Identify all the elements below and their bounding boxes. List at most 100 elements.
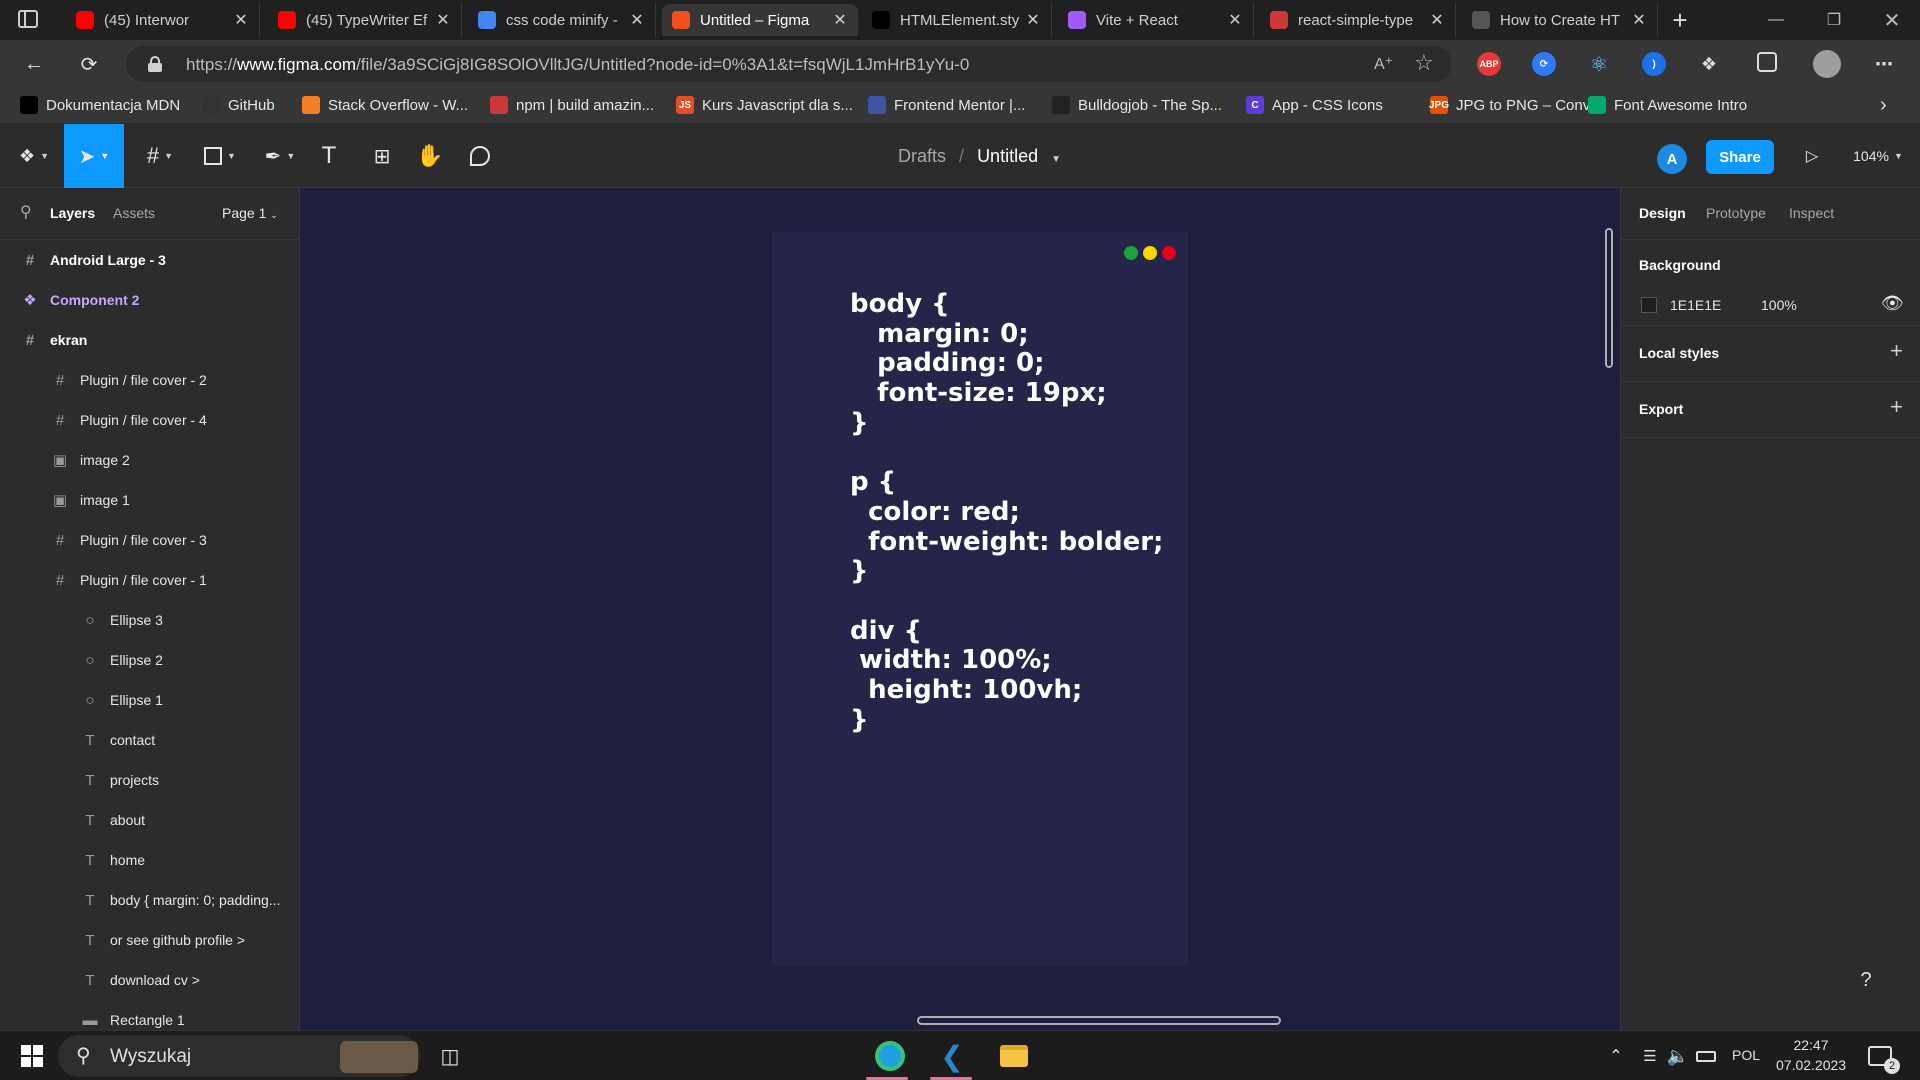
bookmark-item[interactable]: GitHub — [202, 96, 275, 114]
back-button[interactable]: ← — [18, 48, 50, 80]
add-export-icon[interactable]: + — [1890, 394, 1903, 420]
layer-row[interactable]: ▬ Rectangle 1 — [0, 1000, 299, 1030]
file-name[interactable]: Untitled — [977, 146, 1038, 166]
bookmark-item[interactable]: Font Awesome Intro — [1588, 96, 1747, 114]
layer-row[interactable]: ○ Ellipse 2 — [0, 640, 299, 680]
vertical-scrollbar[interactable] — [1605, 228, 1613, 368]
comment-tool-button[interactable] — [462, 124, 498, 188]
add-local-style-icon[interactable]: + — [1890, 338, 1903, 364]
search-layers-icon[interactable]: ⚲ — [20, 202, 32, 222]
tab-design[interactable]: Design — [1639, 205, 1686, 221]
layer-row[interactable]: ❖ Component 2 — [0, 280, 299, 320]
browser-tab[interactable]: HTMLElement.sty ✕ — [862, 4, 1052, 36]
react-devtools-icon[interactable]: ⚛ — [1587, 52, 1611, 76]
adblock-extension-icon[interactable]: ABP — [1477, 52, 1501, 76]
address-bar[interactable]: https://www.figma.com/file/3a9SCiGj8IG8S… — [126, 46, 1452, 82]
collections-icon[interactable] — [1757, 52, 1777, 72]
browser-tab[interactable]: (45) TypeWriter Ef ✕ — [268, 4, 462, 36]
page-selector[interactable]: Page 1 ⌄ — [222, 205, 278, 221]
pen-tool-button[interactable]: ✒ ▼ — [256, 124, 304, 188]
bookmarks-more-chevron-icon[interactable]: › — [1880, 94, 1887, 117]
yellow-ellipse[interactable] — [1143, 246, 1157, 260]
browser-tab[interactable]: (45) Interwor ✕ — [66, 4, 260, 36]
bookmark-item[interactable]: JPG JPG to PNG – Conv... — [1429, 96, 1602, 114]
layer-row[interactable]: Tor see github profile > — [0, 920, 299, 960]
clock[interactable]: 22:47 07.02.2023 — [1776, 1037, 1846, 1073]
red-ellipse[interactable] — [1162, 246, 1176, 260]
close-window-button[interactable]: ✕ — [1864, 0, 1920, 40]
visibility-eye-icon[interactable]: 👁 — [1881, 293, 1904, 314]
lock-icon[interactable] — [148, 56, 162, 72]
favorite-star-icon[interactable]: ☆ — [1414, 50, 1434, 76]
move-tool-button[interactable]: ➤ ▼ — [64, 124, 124, 188]
new-tab-button[interactable]: + — [1666, 5, 1694, 35]
bookmark-item[interactable]: npm | build amazin... — [490, 96, 654, 114]
main-menu-figma-icon[interactable]: ❖ ▼ — [12, 124, 56, 188]
file-menu-chevron-icon[interactable]: ▼ — [1051, 154, 1061, 165]
notifications-icon[interactable]: 2 — [1862, 1038, 1900, 1074]
profile-avatar[interactable] — [1813, 50, 1841, 78]
tab-assets[interactable]: Assets — [113, 205, 155, 221]
bookmark-item[interactable]: Stack Overflow - W... — [302, 96, 468, 114]
layer-row[interactable]: # Plugin / file cover - 4 — [0, 400, 299, 440]
close-tab-icon[interactable]: ✕ — [629, 10, 645, 30]
layer-row[interactable]: Thome — [0, 840, 299, 880]
layer-row[interactable]: ▣ image 2 — [0, 440, 299, 480]
close-tab-icon[interactable]: ✕ — [1429, 10, 1445, 30]
reload-button[interactable]: ⟳ — [73, 48, 105, 80]
user-avatar[interactable]: A — [1657, 144, 1687, 174]
bookmark-item[interactable]: Dokumentacja MDN — [20, 96, 180, 114]
minimize-button[interactable]: — — [1748, 0, 1804, 40]
tab-layers[interactable]: Layers — [50, 205, 95, 221]
shape-tool-button[interactable]: ▼ — [196, 124, 244, 188]
layer-row[interactable]: Tcontact — [0, 720, 299, 760]
language-indicator[interactable]: POL — [1732, 1047, 1760, 1063]
tab-inspect[interactable]: Inspect — [1789, 205, 1834, 221]
sync-extension-icon[interactable]: ⟳ — [1532, 52, 1556, 76]
layer-row[interactable]: # ekran — [0, 320, 299, 360]
background-opacity-value[interactable]: 100% — [1761, 297, 1797, 313]
close-tab-icon[interactable]: ✕ — [832, 10, 848, 30]
browser-tab[interactable]: css code minify - ✕ — [468, 4, 656, 36]
close-tab-icon[interactable]: ✕ — [1227, 10, 1243, 30]
browser-tab[interactable]: Untitled – Figma ✕ — [662, 4, 858, 36]
tab-prototype[interactable]: Prototype — [1706, 205, 1766, 221]
canvas-frame[interactable]: body { margin: 0; padding: 0; font-size:… — [772, 232, 1188, 966]
vscode-icon[interactable]: ❮ — [934, 1038, 970, 1074]
task-view-icon[interactable]: ◫ — [432, 1038, 468, 1074]
tab-actions-icon[interactable] — [18, 10, 38, 28]
layer-row[interactable]: # Android Large - 3 — [0, 240, 299, 280]
audio-extension-icon[interactable]: ) — [1642, 52, 1666, 76]
code-text-layer[interactable]: body { margin: 0; padding: 0; font-size:… — [850, 289, 1163, 736]
layer-row[interactable]: ▣ image 1 — [0, 480, 299, 520]
bookmark-item[interactable]: C App - CSS Icons — [1246, 96, 1383, 114]
layer-row[interactable]: ○ Ellipse 1 — [0, 680, 299, 720]
help-button[interactable]: ? — [1844, 958, 1888, 1002]
background-hex-value[interactable]: 1E1E1E — [1670, 297, 1721, 313]
breadcrumb-drafts[interactable]: Drafts — [898, 146, 946, 166]
browser-tab[interactable]: react-simple-type ✕ — [1260, 4, 1456, 36]
bookmark-item[interactable]: Frontend Mentor |... — [868, 96, 1025, 114]
layer-row[interactable]: Tbody { margin: 0; padding... — [0, 880, 299, 920]
layer-row[interactable]: # Plugin / file cover - 3 — [0, 520, 299, 560]
extensions-puzzle-icon[interactable]: ❖ — [1697, 52, 1721, 76]
layer-row[interactable]: Tdownload cv > — [0, 960, 299, 1000]
present-play-button[interactable]: ▷ — [1796, 124, 1828, 188]
file-explorer-icon[interactable] — [996, 1038, 1032, 1074]
taskbar-search[interactable]: ⚲ Wyszukaj — [58, 1035, 420, 1077]
bookmark-item[interactable]: JS Kurs Javascript dla s... — [676, 96, 853, 114]
resources-tool-button[interactable]: ⊞ — [364, 124, 400, 188]
close-tab-icon[interactable]: ✕ — [435, 10, 451, 30]
layer-row[interactable]: Tprojects — [0, 760, 299, 800]
share-button[interactable]: Share — [1706, 140, 1774, 174]
read-aloud-icon[interactable]: A⁺ — [1374, 54, 1393, 74]
close-tab-icon[interactable]: ✕ — [1631, 10, 1647, 30]
close-tab-icon[interactable]: ✕ — [1025, 10, 1041, 30]
edge-browser-icon[interactable] — [872, 1038, 908, 1074]
browser-tab[interactable]: How to Create HT ✕ — [1462, 4, 1658, 36]
more-options-icon[interactable]: ⋯ — [1872, 52, 1896, 76]
layer-row[interactable]: # Plugin / file cover - 2 — [0, 360, 299, 400]
layer-row[interactable]: Tabout — [0, 800, 299, 840]
battery-icon[interactable] — [1688, 1038, 1724, 1074]
zoom-menu[interactable]: 104% ▼ — [1848, 124, 1908, 188]
